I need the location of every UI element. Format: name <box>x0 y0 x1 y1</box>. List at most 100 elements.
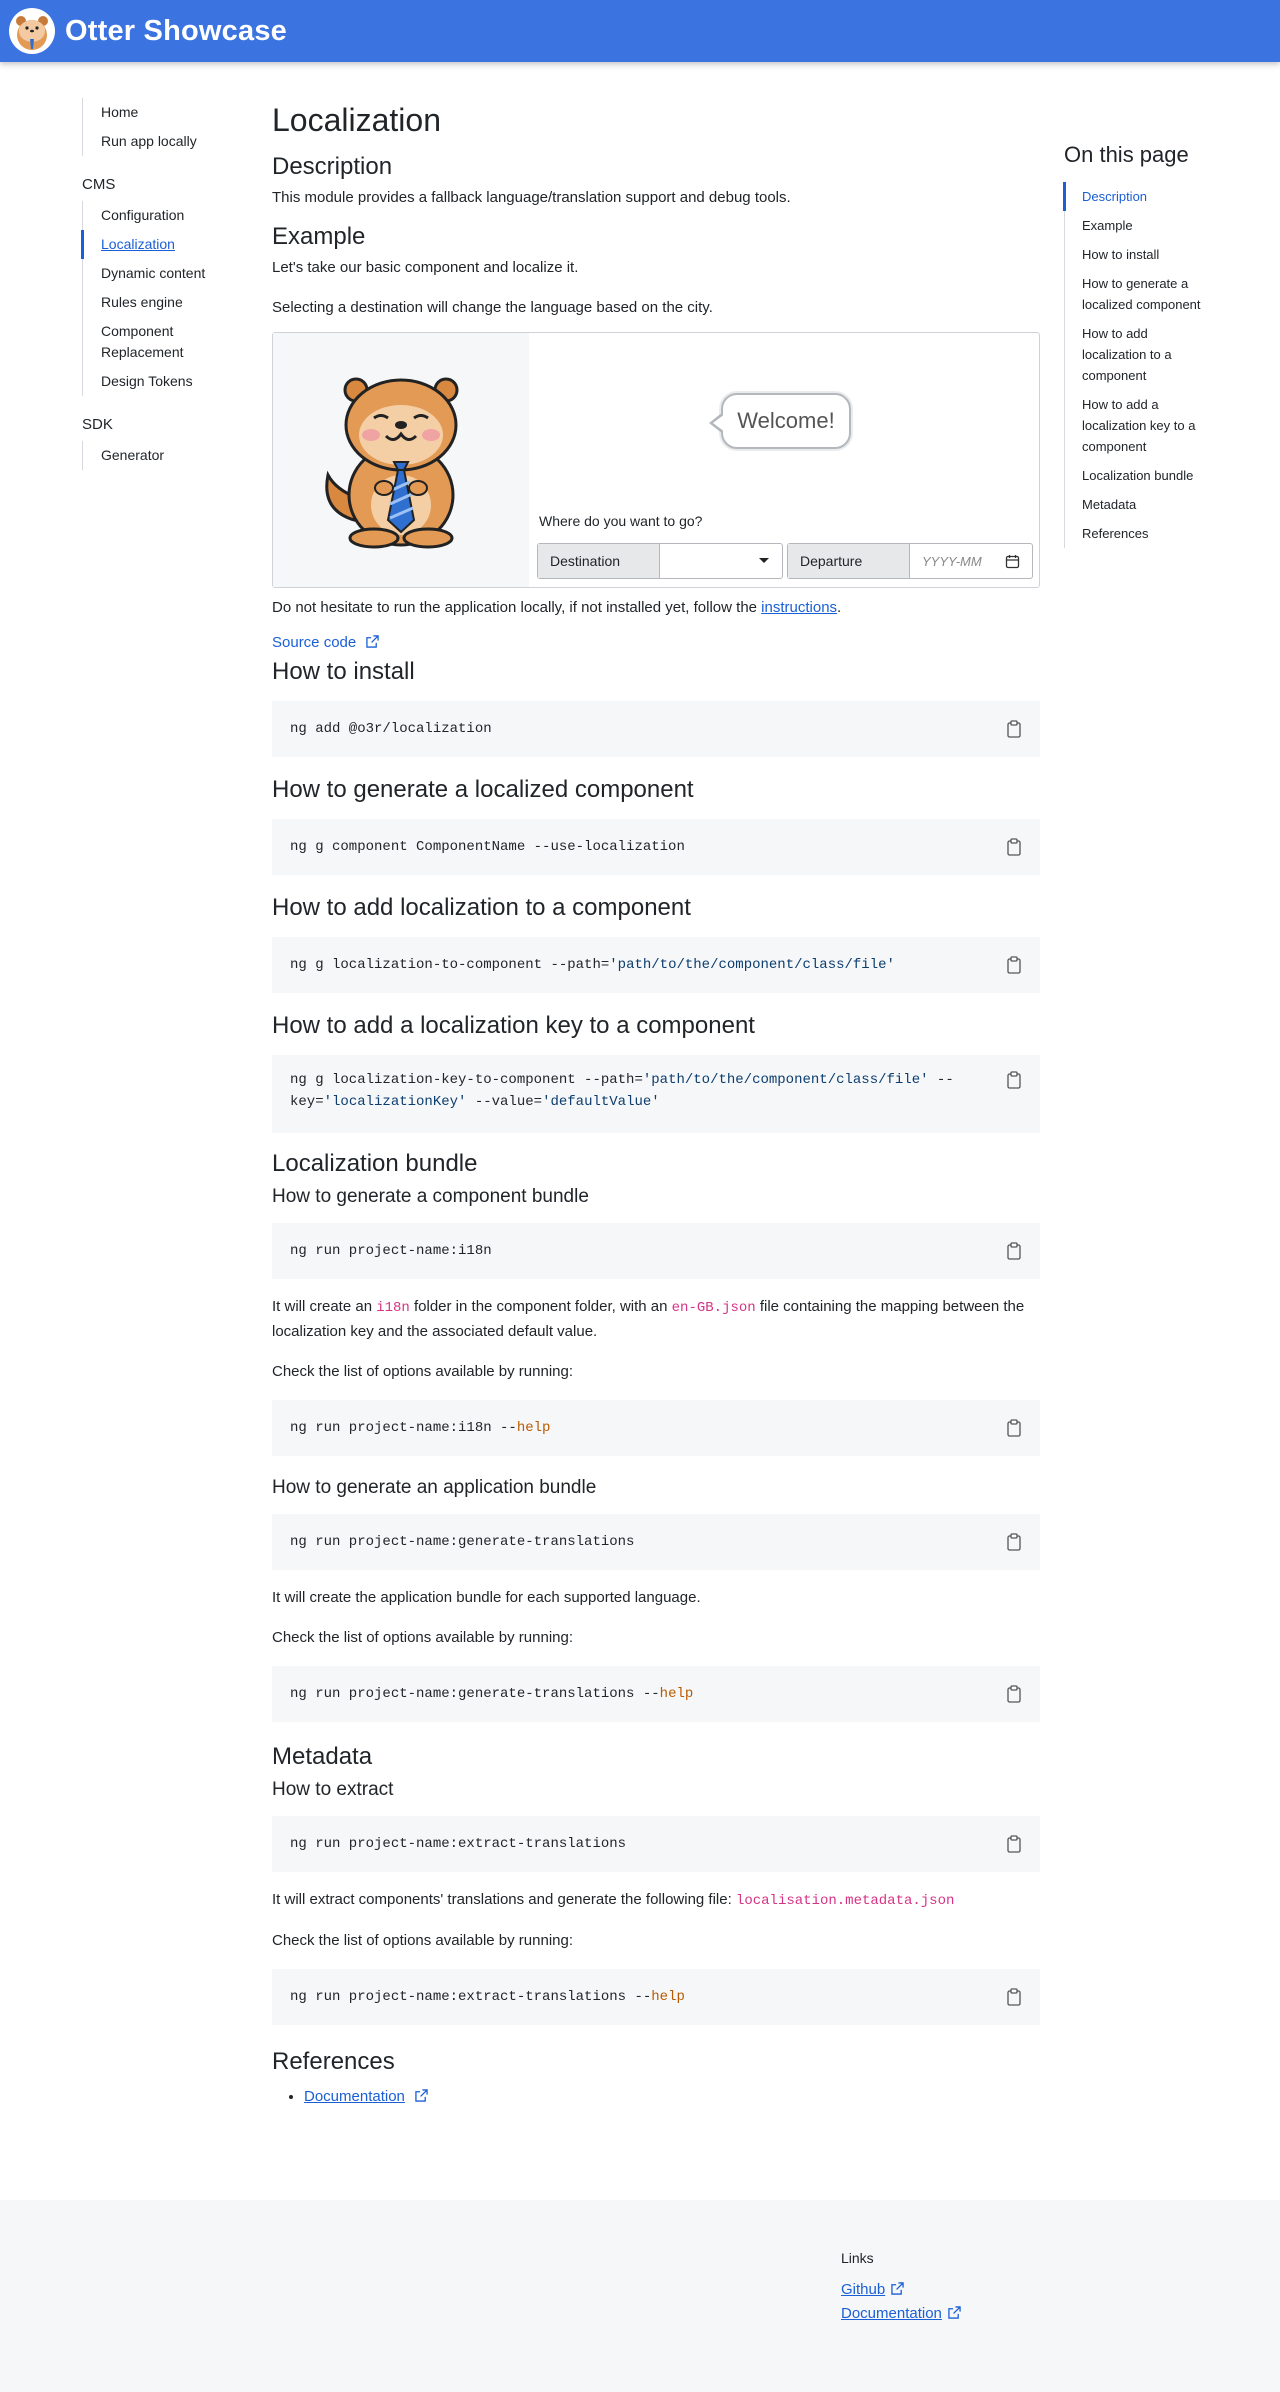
sidebar-item-home[interactable]: Home <box>83 98 242 127</box>
demo-form-area: Welcome! Where do you want to go? Destin… <box>529 333 1039 587</box>
footer-link-row: Github <box>841 2278 961 2302</box>
application-bundle-help-block: ng run project-name:generate-translation… <box>272 1666 1040 1722</box>
code-text: --value= <box>466 1094 543 1110</box>
page-title: Localization <box>272 102 441 138</box>
instructions-link[interactable]: instructions <box>761 599 837 616</box>
external-link-icon <box>891 2282 904 2295</box>
toc-item-add-localization[interactable]: How to add localization to a component <box>1065 319 1214 390</box>
copy-icon[interactable] <box>1006 838 1022 856</box>
references-heading: References <box>272 2048 395 2075</box>
copy-icon[interactable] <box>1006 1419 1022 1437</box>
application-bundle-heading: How to generate an application bundle <box>272 1477 597 1498</box>
sidebar-item-run-app-locally[interactable]: Run app locally <box>83 127 242 156</box>
copy-icon[interactable] <box>1006 1685 1022 1703</box>
sidebar-item-configuration[interactable]: Configuration <box>83 201 242 230</box>
generate-component-code: ng g component ComponentName --use-local… <box>290 839 685 855</box>
top-navbar: Otter Showcase <box>0 0 1280 62</box>
application-bundle-code-block: ng run project-name:generate-translation… <box>272 1514 1040 1570</box>
external-link-icon <box>415 2089 428 2102</box>
departure-input[interactable]: YYYY-MM <box>910 544 1032 578</box>
sidebar-item-generator[interactable]: Generator <box>83 441 242 470</box>
copy-icon[interactable] <box>1006 1071 1022 1089</box>
component-bundle-help-block: ng run project-name:i18n --help <box>272 1400 1040 1456</box>
footer-links: Links Github Documentation <box>841 2250 961 2326</box>
code-text: key= <box>290 1094 324 1110</box>
main-content: Localization Description This module pro… <box>272 98 1040 2109</box>
brand-title[interactable]: Otter Showcase <box>65 15 287 48</box>
source-code-link[interactable]: Source code <box>272 634 356 651</box>
toc-item-description[interactable]: Description <box>1063 182 1214 211</box>
run-locally-note-text: Do not hesitate to run the application l… <box>272 599 762 616</box>
code-string: 'path/to/the/component/class/file' <box>642 1072 929 1088</box>
bundle-heading: Localization bundle <box>272 1150 478 1177</box>
toc-item-metadata[interactable]: Metadata <box>1065 490 1214 519</box>
sidebar-group-sdk: Generator <box>82 441 242 470</box>
description-text: This module provides a fallback language… <box>272 189 791 206</box>
toc-item-how-to-install[interactable]: How to install <box>1065 240 1214 269</box>
copy-icon[interactable] <box>1006 1533 1022 1551</box>
sidebar-item-localization[interactable]: Localization <box>81 230 242 259</box>
destination-select[interactable]: Destination <box>537 543 783 579</box>
paragraph-text: folder in the component folder, with an <box>409 1298 672 1315</box>
toc-item-generate-localized-component[interactable]: How to generate a localized component <box>1065 269 1214 319</box>
sidebar-section-cms: CMS <box>82 176 116 193</box>
sidebar-item-dynamic-content[interactable]: Dynamic content <box>83 259 242 288</box>
footer-link-row: Documentation <box>841 2302 961 2326</box>
welcome-bubble: Welcome! <box>709 393 851 449</box>
component-bundle-code-block: ng run project-name:i18n <box>272 1223 1040 1279</box>
otter-mascot-image <box>273 333 529 587</box>
departure-placeholder: YYYY-MM <box>922 553 982 569</box>
extract-help-code: ng run project-name:extract-translations… <box>290 1989 685 2005</box>
extract-description: It will extract components' translations… <box>272 1888 1040 1913</box>
example-text-2: Selecting a destination will change the … <box>272 299 713 316</box>
sidebar-item-component-replacement[interactable]: Component Replacement <box>83 317 203 367</box>
destination-select-value[interactable] <box>660 544 782 578</box>
footer-link-documentation[interactable]: Documentation <box>841 2305 942 2322</box>
sidebar-item-design-tokens[interactable]: Design Tokens <box>83 367 242 396</box>
extract-code: ng run project-name:extract-translations <box>290 1836 627 1852</box>
add-key-heading: How to add a localization key to a compo… <box>272 1012 755 1039</box>
toc-item-add-localization-key[interactable]: How to add a localization key to a compo… <box>1065 390 1214 461</box>
copy-icon[interactable] <box>1006 1988 1022 2006</box>
install-heading: How to install <box>272 658 415 685</box>
add-key-code-block: ng g localization-key-to-component --pat… <box>272 1055 1040 1133</box>
code-keyword: help <box>659 1686 694 1702</box>
toc-item-localization-bundle[interactable]: Localization bundle <box>1065 461 1214 490</box>
generate-component-heading: How to generate a localized component <box>272 776 694 803</box>
code-text: ng run project-name:extract-translations… <box>290 1989 652 2005</box>
footer-links-title: Links <box>841 2250 874 2266</box>
sidebar-item-rules-engine[interactable]: Rules engine <box>83 288 242 317</box>
toc-list: Description Example How to install How t… <box>1063 182 1214 548</box>
copy-icon[interactable] <box>1006 720 1022 738</box>
toc-item-example[interactable]: Example <box>1065 211 1214 240</box>
add-localization-code-block: ng g localization-to-component --path='p… <box>272 937 1040 993</box>
example-text-1: Let's take our basic component and local… <box>272 259 579 276</box>
add-key-code: ng g localization-key-to-component --pat… <box>290 1069 954 1113</box>
add-localization-code: ng g localization-to-component --path='p… <box>290 957 895 973</box>
extract-options: Check the list of options available by r… <box>272 1932 574 1949</box>
code-text: -- <box>928 1072 954 1088</box>
code-keyword: help <box>651 1989 685 2005</box>
documentation-link[interactable]: Documentation <box>304 2088 405 2105</box>
copy-icon[interactable] <box>1006 956 1022 974</box>
example-heading: Example <box>272 223 366 250</box>
install-code-block: ng add @o3r/localization <box>272 701 1040 757</box>
copy-icon[interactable] <box>1006 1242 1022 1260</box>
calendar-icon[interactable] <box>1005 554 1020 569</box>
footer-link-github[interactable]: Github <box>841 2281 885 2298</box>
component-bundle-code: ng run project-name:i18n <box>290 1243 492 1259</box>
footer: Links Github Documentation <box>0 2200 1280 2392</box>
departure-field[interactable]: Departure YYYY-MM <box>787 543 1033 579</box>
code-text: ng g localization-key-to-component --pat… <box>290 1072 643 1088</box>
inline-code: i18n <box>376 1300 410 1316</box>
destination-question: Where do you want to go? <box>539 513 703 529</box>
toc-item-references[interactable]: References <box>1065 519 1214 548</box>
localization-demo: Welcome! Where do you want to go? Destin… <box>272 332 1040 588</box>
otter-mascot-icon <box>325 377 459 549</box>
copy-icon[interactable] <box>1006 1835 1022 1853</box>
otter-logo-icon[interactable] <box>9 8 55 54</box>
generate-component-code-block: ng g component ComponentName --use-local… <box>272 819 1040 875</box>
code-text: ng run project-name:i18n -- <box>290 1420 517 1436</box>
run-locally-note-end: . <box>837 599 842 616</box>
code-string: 'localizationKey' <box>323 1094 467 1110</box>
